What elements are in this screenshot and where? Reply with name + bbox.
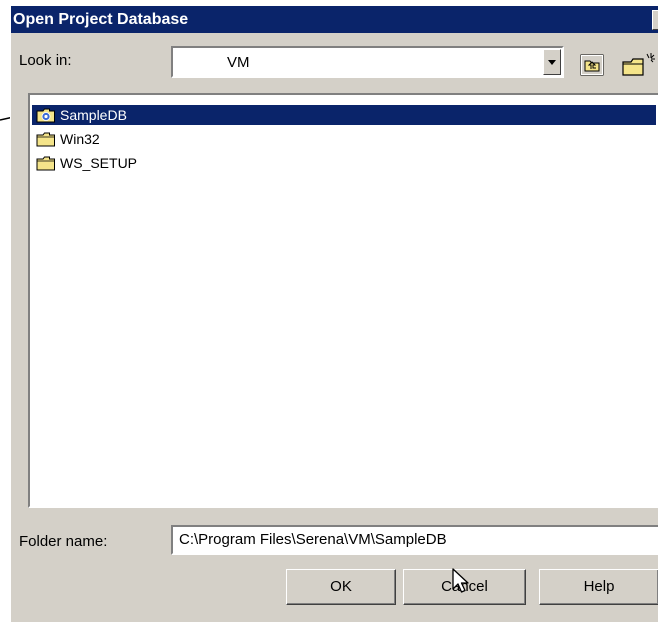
file-item-ws-setup[interactable]: WS_SETUP: [32, 153, 143, 173]
look-in-dropdown[interactable]: VM: [171, 46, 564, 78]
help-button[interactable]: Help: [539, 569, 658, 605]
database-folder-icon: [36, 108, 55, 123]
new-folder-icon: [622, 53, 655, 76]
file-name: SampleDB: [60, 107, 127, 123]
mouse-cursor-icon: [452, 568, 469, 593]
up-one-level-button[interactable]: [578, 52, 606, 78]
ok-button[interactable]: OK: [286, 569, 396, 605]
chevron-down-icon[interactable]: [543, 49, 561, 75]
open-project-dialog: Open Project Database ✕ Look in: VM: [10, 6, 658, 622]
folder-name-label: Folder name:: [19, 533, 108, 550]
file-list[interactable]: SampleDB Win32 WS_SETUP: [28, 93, 658, 508]
folder-icon: [36, 132, 55, 147]
folder-up-icon: [580, 54, 604, 76]
folder-name-input[interactable]: C:\Program Files\Serena\VM\SampleDB: [171, 525, 658, 555]
look-in-label: Look in:: [19, 52, 72, 69]
look-in-value: VM: [227, 54, 250, 71]
file-item-sampledb[interactable]: SampleDB: [32, 105, 656, 125]
file-name: Win32: [60, 131, 100, 147]
file-name: WS_SETUP: [60, 155, 138, 171]
file-item-win32[interactable]: Win32: [32, 129, 106, 149]
title-bar: Open Project Database ✕: [11, 6, 658, 33]
close-button[interactable]: ✕: [652, 10, 658, 30]
window-title: Open Project Database: [13, 11, 189, 28]
folder-icon: [36, 156, 55, 171]
new-folder-button[interactable]: [617, 52, 658, 78]
